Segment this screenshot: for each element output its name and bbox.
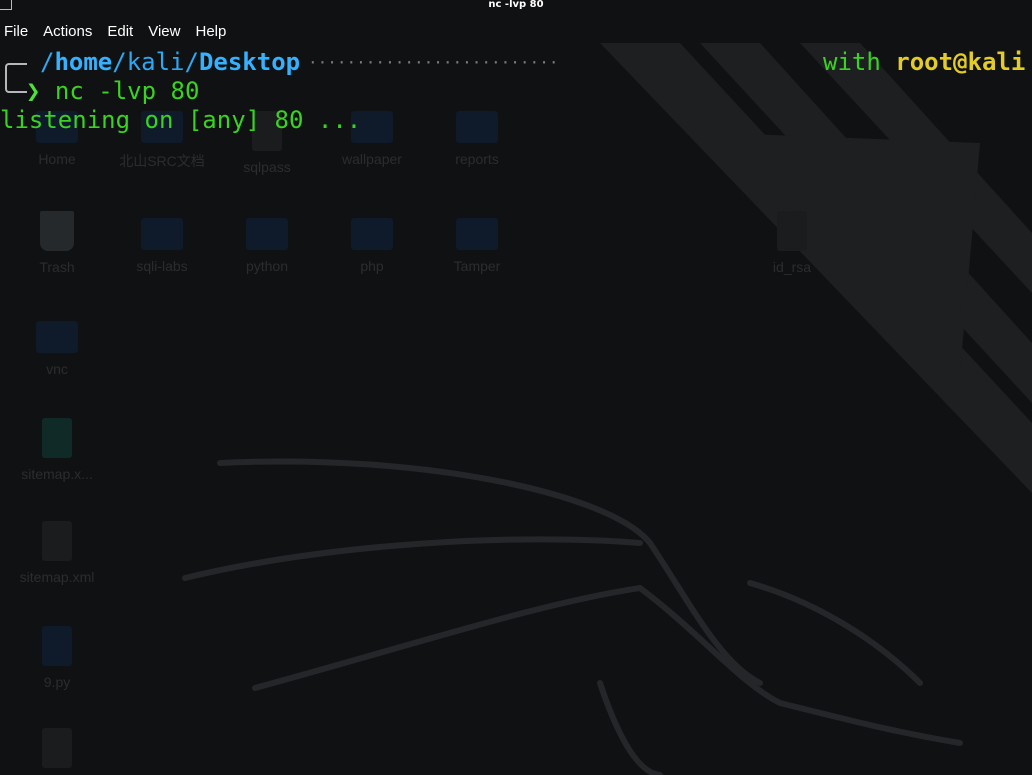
window-title-bar: nc -lvp 80 (0, 0, 1032, 12)
desktop-icon-label: sitemap.xml (19, 569, 95, 585)
xml-file-icon (42, 521, 72, 561)
prompt-bracket-icon (5, 63, 27, 93)
desktop-icon-file[interactable] (5, 728, 109, 775)
command-line[interactable]: ❯ nc -lvp 80 (26, 77, 199, 106)
desktop-icon-label: sitemap.x... (21, 466, 93, 482)
desktop-icon-label: Tamper (453, 258, 501, 274)
desktop-icon-label: sqli-labs (136, 258, 188, 274)
trash-icon (40, 211, 74, 251)
folder-icon (141, 218, 183, 250)
folder-icon (456, 111, 498, 143)
desktop-icon-label: id_rsa (772, 259, 812, 275)
desktop-icon-9py[interactable]: 9.py (5, 626, 109, 690)
path-user: kali (126, 48, 185, 76)
python-file-icon (42, 626, 72, 666)
archive-icon (42, 418, 72, 458)
menu-edit[interactable]: Edit (103, 23, 144, 40)
prompt-fill-dots: ·························· (308, 53, 559, 72)
folder-icon (351, 218, 393, 250)
desktop-icon-reports[interactable]: reports (425, 111, 529, 167)
desktop-icon-sqli-labs[interactable]: sqli-labs (110, 218, 214, 274)
desktop-icon-label: vnc (46, 361, 68, 377)
desktop-icon-label: reports (455, 151, 499, 167)
desktop-icon-sitemap-xml[interactable]: sitemap.xml (5, 521, 109, 585)
desktop-icon-vnc[interactable]: vnc (5, 321, 109, 377)
folder-icon (36, 321, 78, 353)
desktop-icon-label: 北山SRC文档 (119, 153, 205, 169)
output-line: listening on [any] 80 ... (0, 106, 362, 134)
path-separator: / (184, 48, 199, 76)
desktop-icon-label: python (245, 258, 289, 274)
desktop-icon-label: 9.py (43, 674, 71, 690)
folder-icon (246, 218, 288, 250)
desktop-icon-label: Trash (39, 259, 75, 275)
key-file-icon (777, 211, 807, 251)
menu-file[interactable]: File (0, 23, 39, 40)
desktop-icon-sitemap-archive[interactable]: sitemap.x... (5, 418, 109, 482)
desktop-icon-trash[interactable]: Trash (5, 211, 109, 275)
prompt-user-host: root@kali (895, 48, 1026, 76)
menu-bar: File Actions Edit View Help (0, 19, 1032, 43)
prompt-with: with (823, 48, 881, 76)
window-title: nc -lvp 80 (488, 0, 544, 10)
menu-help[interactable]: Help (191, 23, 237, 40)
command-text: nc -lvp 80 (54, 77, 200, 105)
desktop-icon-id-rsa[interactable]: id_rsa (740, 211, 844, 275)
folder-icon (456, 218, 498, 250)
path-separator: / (40, 48, 55, 76)
desktop-icon-tamper[interactable]: Tamper (425, 218, 529, 274)
path-separator: / (112, 48, 127, 76)
desktop-icon-python[interactable]: python (215, 218, 319, 274)
desktop-icon-php[interactable]: php (320, 218, 424, 274)
menu-view[interactable]: View (144, 23, 191, 40)
terminal-area[interactable]: Home 北山SRC文档 sqlpass wallpaper reports T… (0, 43, 1032, 775)
desktop-icon-label: php (360, 258, 384, 274)
path-current-dir: Desktop (198, 48, 301, 76)
desktop-icon-label: sqlpass (243, 159, 291, 175)
desktop-icon-label: Home (38, 151, 76, 167)
file-icon (42, 728, 72, 768)
prompt-path-line: /home/kali/Desktop (40, 48, 300, 77)
path-home: home (54, 48, 113, 76)
desktop-icon-label: wallpaper (342, 151, 402, 167)
prompt-arrow-icon: ❯ (26, 77, 41, 105)
prompt-user-info: with root@kali (823, 48, 1025, 77)
menu-actions[interactable]: Actions (39, 23, 103, 40)
